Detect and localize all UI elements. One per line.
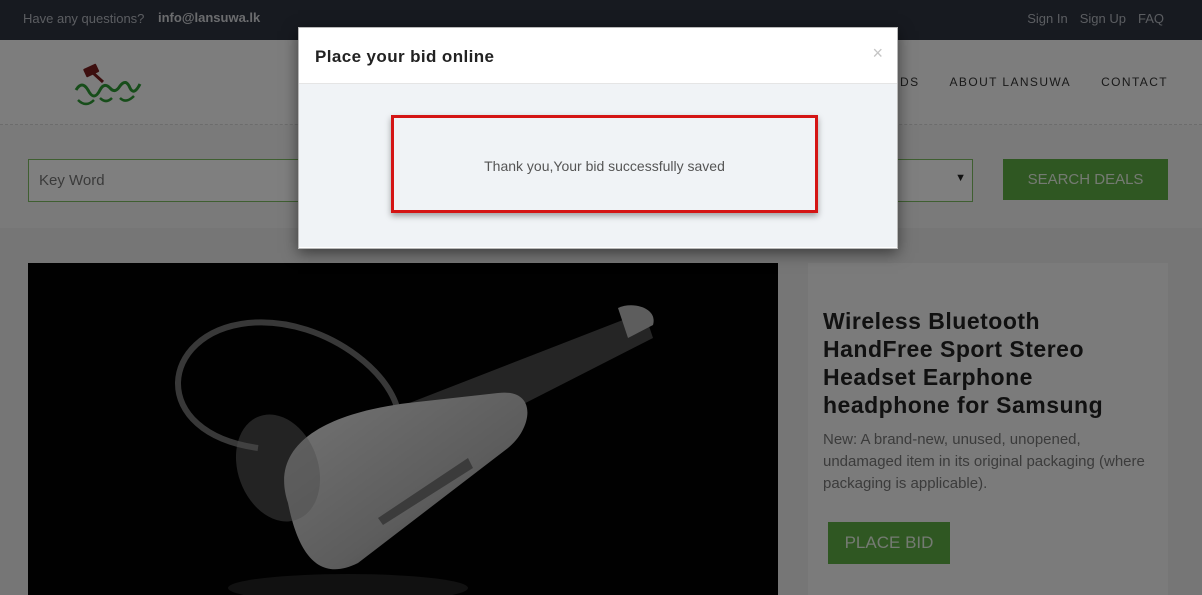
close-icon[interactable]: × (872, 43, 883, 64)
success-message: Thank you,Your bid successfully saved (484, 158, 725, 174)
success-message-box: Thank you,Your bid successfully saved (391, 115, 818, 213)
modal-title: Place your bid online (315, 47, 495, 66)
modal-header: Place your bid online × (299, 28, 897, 84)
bid-modal: Place your bid online × Thank you,Your b… (298, 27, 898, 249)
modal-body: Thank you,Your bid successfully saved (299, 84, 897, 247)
